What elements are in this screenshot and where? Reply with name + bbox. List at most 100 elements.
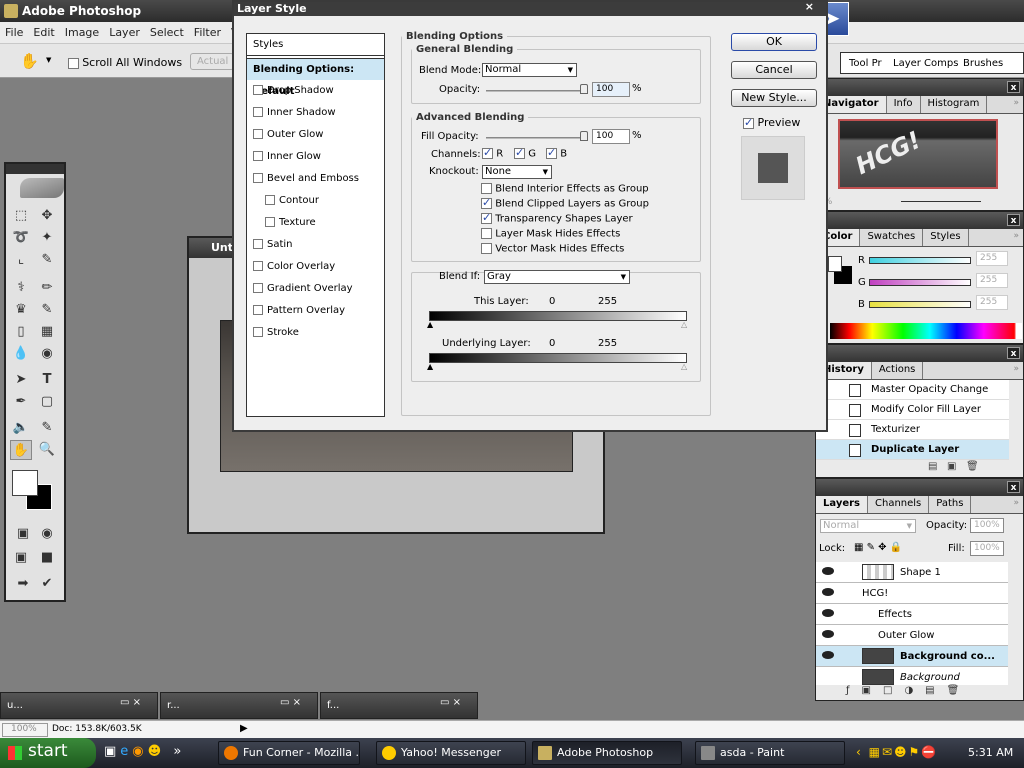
layer-row[interactable]: HCG! bbox=[816, 583, 1008, 604]
panel-menu-icon[interactable]: » bbox=[1013, 231, 1019, 241]
close-icon[interactable]: × bbox=[805, 0, 814, 13]
effect-item[interactable]: Outer Glow bbox=[247, 124, 384, 146]
close-icon[interactable]: x bbox=[1007, 347, 1020, 359]
eyedropper-icon[interactable]: ✎ bbox=[36, 418, 58, 438]
layer-row[interactable]: Effects bbox=[816, 604, 1008, 625]
history-state[interactable]: Texturizer bbox=[816, 420, 1009, 440]
channel-checkbox-b[interactable]: B bbox=[546, 146, 567, 160]
new-group-icon[interactable]: □ bbox=[883, 685, 904, 696]
effect-checkbox[interactable] bbox=[253, 283, 263, 293]
channel-checkbox-g[interactable]: G bbox=[514, 146, 536, 160]
status-menu-arrow-icon[interactable]: ▶ bbox=[240, 723, 248, 734]
hand-tool-icon[interactable]: ✋ bbox=[20, 52, 39, 70]
path-selection-icon[interactable]: ➤ bbox=[10, 370, 32, 390]
eye-icon[interactable] bbox=[822, 588, 834, 596]
imageready-icon[interactable]: ✔ bbox=[36, 574, 58, 594]
notes-tool-icon[interactable]: 🔈 bbox=[10, 418, 32, 438]
tab-channels[interactable]: Channels bbox=[868, 496, 930, 513]
color-value-field[interactable]: 255 bbox=[976, 295, 1008, 310]
effect-checkbox[interactable] bbox=[253, 85, 263, 95]
advanced-option-checkbox[interactable]: Transparency Shapes Layer bbox=[481, 211, 633, 225]
tab-brushes[interactable]: Brushes bbox=[963, 58, 1003, 69]
effect-checkbox[interactable] bbox=[265, 217, 275, 227]
panel-menu-icon[interactable]: » bbox=[1013, 98, 1019, 108]
marquee-tool-icon[interactable]: ⬚ bbox=[10, 206, 32, 226]
effect-item[interactable]: Color Overlay bbox=[247, 256, 384, 278]
minimized-document-1[interactable]: u... ▭ × bbox=[0, 692, 158, 719]
opacity-slider[interactable] bbox=[486, 90, 588, 92]
effect-checkbox[interactable] bbox=[253, 327, 263, 337]
close-icon[interactable]: x bbox=[1007, 214, 1020, 226]
color-spectrum-bar[interactable] bbox=[830, 323, 1022, 339]
navigator-zoom-slider[interactable] bbox=[901, 201, 981, 202]
zoom-tool-icon[interactable]: 🔍 bbox=[36, 440, 58, 460]
actual-pixels-button[interactable]: Actual bbox=[190, 53, 234, 70]
layer-row[interactable]: Background co... bbox=[816, 646, 1008, 667]
tab-tool-presets[interactable]: Tool Pr bbox=[849, 58, 882, 69]
this-layer-black-handle[interactable]: ▲ bbox=[427, 320, 433, 329]
advanced-option-checkbox[interactable]: Vector Mask Hides Effects bbox=[481, 243, 624, 255]
effect-item[interactable]: Inner Shadow bbox=[247, 102, 384, 124]
crop-tool-icon[interactable]: ⌞ bbox=[10, 250, 32, 270]
effect-item[interactable]: Drop Shadow bbox=[247, 80, 384, 102]
channel-checkbox-r[interactable]: R bbox=[482, 146, 503, 160]
advanced-option-checkbox[interactable]: Blend Clipped Layers as Group bbox=[481, 196, 649, 210]
minimized-document-2[interactable]: r... ▭ × bbox=[160, 692, 318, 719]
new-layer-icon[interactable]: ▤ bbox=[925, 685, 946, 696]
menu-select[interactable]: Select bbox=[145, 22, 189, 39]
layer-row[interactable]: Background bbox=[816, 667, 1008, 685]
effect-checkbox[interactable] bbox=[253, 129, 263, 139]
hand-tool-icon[interactable]: ✋ bbox=[10, 440, 32, 460]
foreground-color-swatch[interactable] bbox=[12, 470, 38, 496]
layer-row[interactable]: Outer Glow bbox=[816, 625, 1008, 646]
quick-mask-icon[interactable]: ◉ bbox=[36, 524, 58, 544]
effect-item[interactable]: Contour bbox=[247, 190, 384, 212]
pen-tool-icon[interactable]: ✒ bbox=[10, 392, 32, 412]
opacity-slider-thumb[interactable] bbox=[580, 84, 588, 94]
opacity-field[interactable]: 100 bbox=[592, 82, 630, 97]
effect-checkbox[interactable] bbox=[265, 195, 275, 205]
tab-styles[interactable]: Styles bbox=[923, 229, 969, 246]
trash-icon[interactable]: 🗑 bbox=[966, 461, 979, 472]
advanced-option-checkbox[interactable]: Layer Mask Hides Effects bbox=[481, 228, 620, 240]
mask-icon[interactable]: ▣ bbox=[862, 685, 883, 696]
snapshot-icon[interactable]: ▣ bbox=[947, 461, 956, 472]
color-value-field[interactable]: 255 bbox=[976, 251, 1008, 266]
standard-mode-icon[interactable]: ▣ bbox=[12, 524, 34, 544]
menu-file[interactable]: File bbox=[0, 22, 28, 39]
advanced-option-checkbox[interactable]: Blend Interior Effects as Group bbox=[481, 183, 649, 195]
task-yahoo-messenger[interactable]: Yahoo! Messenger bbox=[376, 741, 526, 765]
color-slider-b[interactable] bbox=[869, 301, 971, 308]
effect-checkbox[interactable] bbox=[253, 173, 263, 183]
eye-icon[interactable] bbox=[822, 630, 834, 638]
task-photoshop[interactable]: Adobe Photoshop bbox=[532, 741, 682, 765]
tab-histogram[interactable]: Histogram bbox=[921, 96, 988, 113]
color-slider-g[interactable] bbox=[869, 279, 971, 286]
effect-item[interactable]: Satin bbox=[247, 234, 384, 256]
history-brush-icon[interactable]: ✎ bbox=[36, 300, 58, 320]
preview-checkbox[interactable]: Preview bbox=[743, 116, 800, 129]
tab-layer-comps[interactable]: Layer Comps bbox=[893, 58, 958, 69]
trash-icon[interactable]: 🗑 bbox=[947, 685, 972, 696]
eye-icon[interactable] bbox=[822, 651, 834, 659]
clone-stamp-icon[interactable]: ♛ bbox=[10, 300, 32, 320]
tab-actions[interactable]: Actions bbox=[872, 362, 924, 379]
panel-menu-icon[interactable]: » bbox=[1013, 364, 1019, 374]
cancel-button[interactable]: Cancel bbox=[731, 61, 817, 79]
eraser-icon[interactable]: ▯ bbox=[10, 322, 32, 342]
start-button[interactable]: start bbox=[0, 738, 96, 768]
history-state[interactable]: Master Opacity Change bbox=[816, 380, 1009, 400]
effect-checkbox[interactable] bbox=[253, 151, 263, 161]
tab-paths[interactable]: Paths bbox=[929, 496, 972, 513]
new-style-button[interactable]: New Style... bbox=[731, 89, 817, 107]
history-state[interactable]: Modify Color Fill Layer bbox=[816, 400, 1009, 420]
effect-item[interactable]: Inner Glow bbox=[247, 146, 384, 168]
shape-tool-icon[interactable]: ▢ bbox=[36, 392, 58, 412]
layer-style-icon[interactable]: ƒ bbox=[846, 685, 862, 696]
effect-checkbox[interactable] bbox=[253, 239, 263, 249]
fill-opacity-field[interactable]: 100 bbox=[592, 129, 630, 144]
blur-tool-icon[interactable]: 💧 bbox=[10, 344, 32, 364]
jump-to-imageready-icon[interactable]: ➡ bbox=[12, 574, 34, 594]
move-tool-icon[interactable]: ✥ bbox=[36, 206, 58, 226]
menu-image[interactable]: Image bbox=[60, 22, 104, 39]
